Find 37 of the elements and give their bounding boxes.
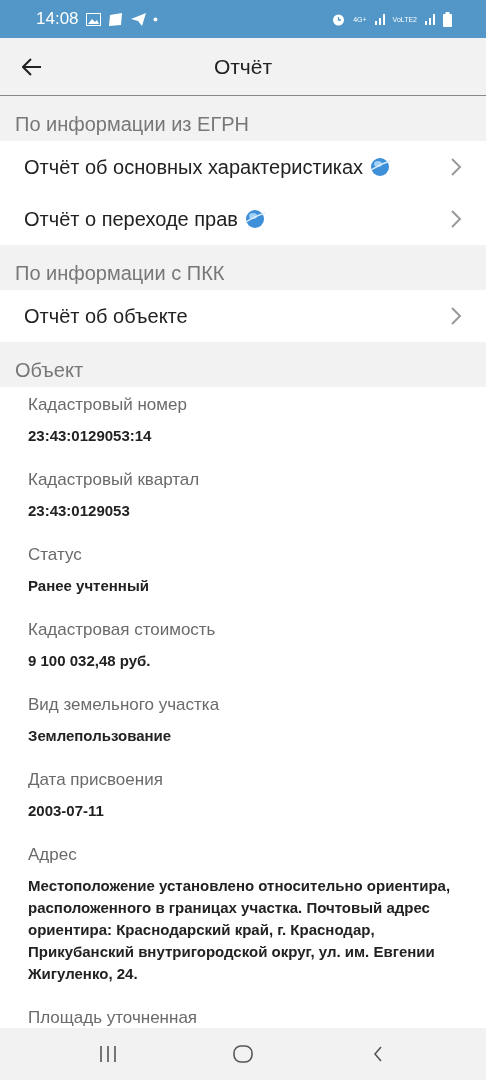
chevron-right-icon: [450, 209, 462, 230]
report-item[interactable]: Отчёт о переходе прав: [0, 193, 486, 246]
field-value: 23:43:0129053: [28, 501, 131, 522]
screen-title: Отчёт: [213, 54, 273, 79]
field-label: Кадастровая стоимость: [28, 620, 217, 641]
field-value: 2003-07-11: [28, 801, 105, 822]
globe-icon: [369, 156, 392, 179]
field-label: Кадастровый номер: [28, 395, 188, 416]
field-label: Адрес: [28, 845, 78, 866]
home-icon: [233, 1045, 253, 1064]
field-label: Площадь уточненная: [28, 1008, 199, 1029]
globe-icon: [243, 208, 266, 231]
chevron-right-icon: [450, 306, 462, 327]
signal-icon: [424, 13, 436, 26]
report-item[interactable]: Отчёт об объекте: [0, 290, 486, 343]
chevron-right-icon: [450, 157, 462, 178]
back-nav-icon: [373, 1046, 384, 1063]
image-icon: [85, 12, 101, 26]
field-value: Местоположение установлено относительно ориентира, расположенного в границах участка. Почтовый адрес ориентира: Краснодарский край, г. Краснодар, Прикубанский внутригородской округ, ул. им. Евгении Жигуленко, 24.: [28, 876, 452, 985]
field-label: Дата присвоения: [28, 770, 164, 791]
section-header: По информации из ЕГРН: [14, 112, 251, 138]
status-time: 14:08: [36, 9, 79, 30]
field-value: Ранее учтенный: [28, 576, 150, 597]
send-icon: [130, 12, 146, 26]
recent-apps-icon: [98, 1046, 117, 1063]
field-value: 9 100 032,48 руб.: [28, 651, 152, 672]
signal-icon: [373, 13, 386, 26]
section-header: По информации с ПКК: [14, 261, 226, 287]
field-value: Землепользование: [28, 726, 173, 747]
field-label: Кадастровый квартал: [28, 470, 201, 491]
back-arrow-icon: [22, 57, 42, 76]
battery-icon: [443, 11, 452, 27]
report-item[interactable]: Отчёт об основных характеристиках: [0, 141, 486, 194]
field-label: Вид земельного участка: [28, 695, 221, 716]
field-value: 23:43:0129053:14: [28, 426, 153, 447]
field-label: Статус: [28, 545, 83, 566]
section-header: Объект: [14, 358, 85, 384]
